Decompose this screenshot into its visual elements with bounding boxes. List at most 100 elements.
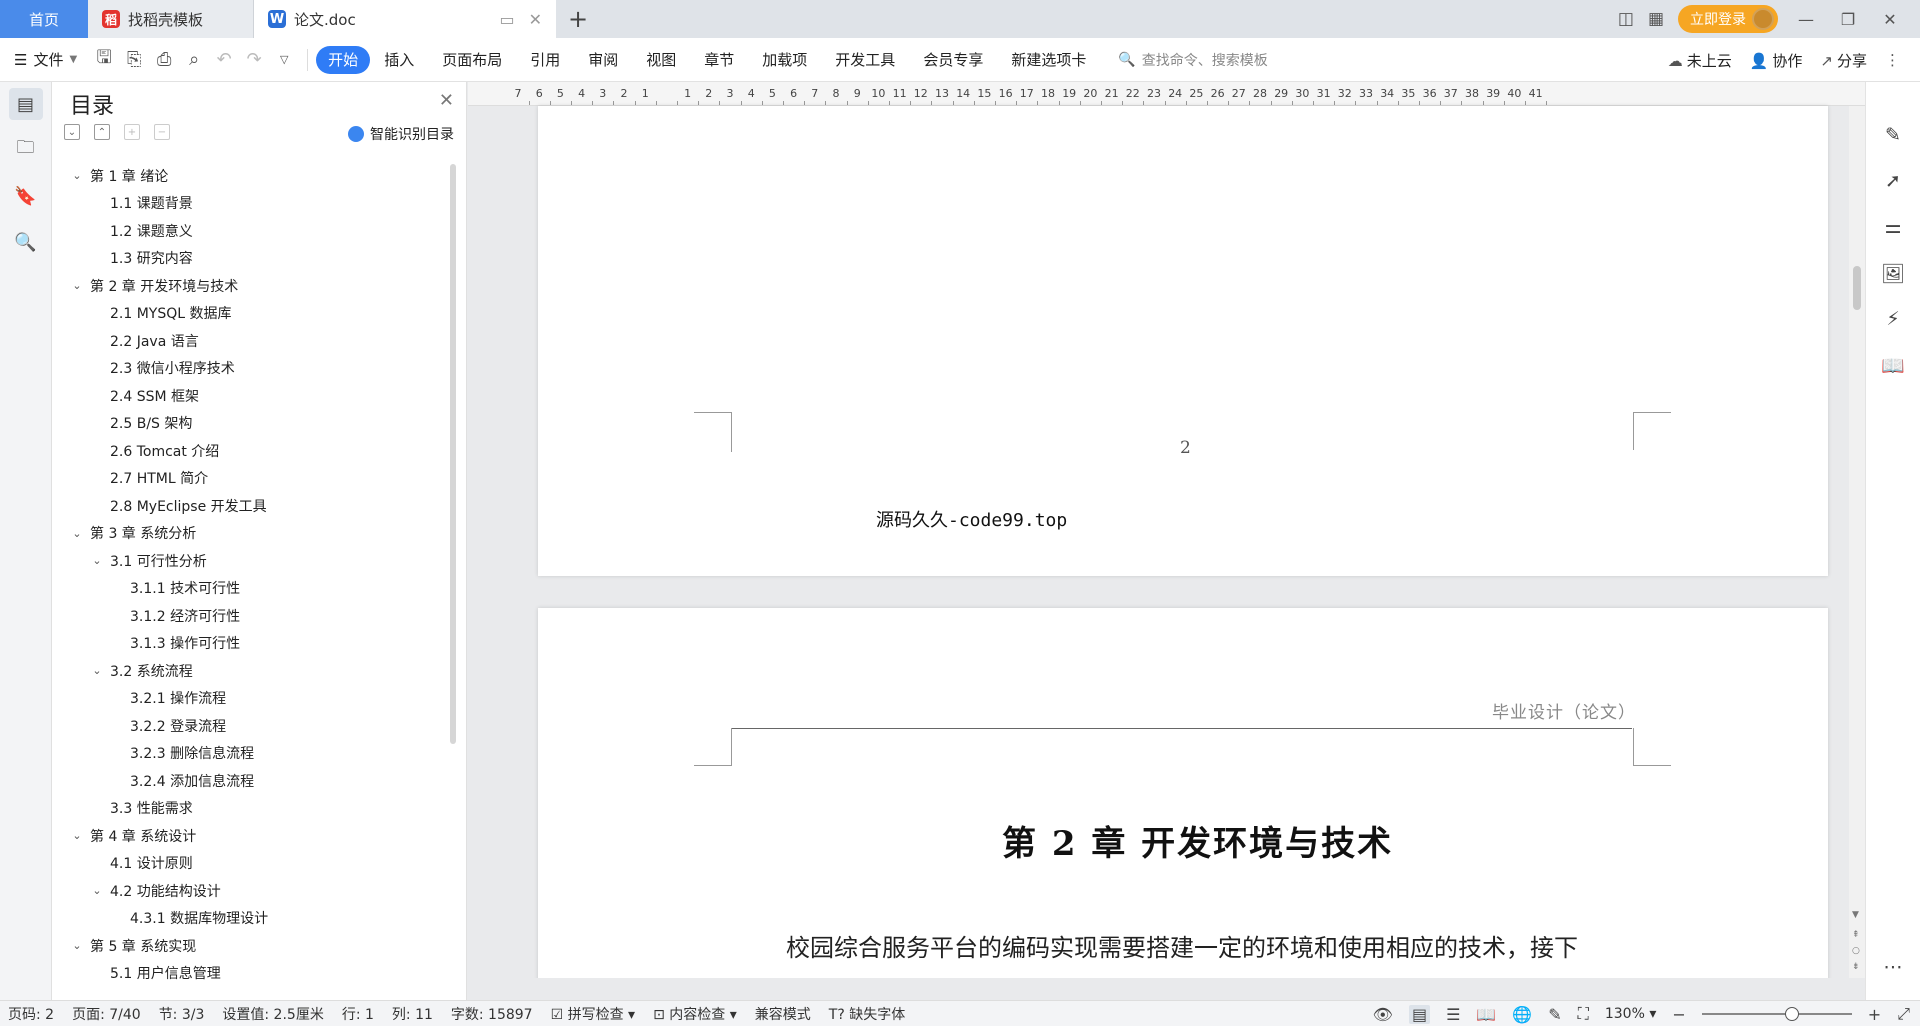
chevron-down-icon[interactable]: ⌄ [70, 939, 84, 952]
pen-icon[interactable]: ✎ [1879, 122, 1907, 148]
bookmark-icon[interactable]: 🔖 [9, 180, 43, 212]
export-pdf-icon[interactable]: ⎘ [119, 49, 149, 70]
apps-grid-icon[interactable]: ▦ [1648, 9, 1664, 29]
collab-button[interactable]: 👤 协作 [1750, 50, 1803, 71]
close-window-icon[interactable]: ✕ [1876, 10, 1904, 29]
spell-check-button[interactable]: ☑ 拼写检查 ▾ [551, 1004, 636, 1024]
missing-font-button[interactable]: T? 缺失字体 [829, 1004, 905, 1024]
book-icon[interactable]: 📖 [1879, 352, 1907, 378]
status-words[interactable]: 字数: 15897 [451, 1004, 533, 1024]
zoom-level[interactable]: 130% ▾ [1605, 1006, 1657, 1022]
toc-item[interactable]: 1.3 研究内容 [52, 245, 447, 273]
image-tool-icon[interactable]: 🖼 [1879, 260, 1907, 286]
toc-item[interactable]: 3.1.3 操作可行性 [52, 630, 447, 658]
chevron-down-icon[interactable]: ⌄ [70, 527, 84, 540]
select-browse-icon[interactable]: ○ [1852, 946, 1860, 956]
toc-panel-icon[interactable]: ▤ [8, 88, 43, 120]
ribbon-tab[interactable]: 开始 [316, 45, 371, 74]
chevron-down-icon[interactable]: ⌄ [70, 169, 84, 182]
chevron-down-icon[interactable]: ⌄ [90, 664, 104, 677]
fullscreen-icon[interactable]: ⤢ [1897, 1004, 1910, 1024]
scroll-down-icon[interactable]: ▼ [1852, 910, 1859, 920]
undo-icon[interactable]: ↶ [209, 49, 239, 70]
toc-item[interactable]: 4.1 设计原则 [52, 850, 447, 878]
add-heading-icon[interactable]: + [124, 124, 140, 140]
adjust-sliders-icon[interactable]: ⚌ [1879, 214, 1907, 240]
redo-icon[interactable]: ↷ [239, 49, 269, 70]
new-tab-button[interactable]: + [556, 0, 600, 38]
find-icon[interactable]: 🔍 [9, 226, 43, 258]
tab-home[interactable]: 首页 [0, 0, 88, 38]
print-icon[interactable]: ⎙ [149, 49, 179, 70]
ribbon-tab[interactable]: 页面布局 [428, 46, 516, 74]
eye-icon[interactable]: 👁 [1373, 1005, 1393, 1024]
customize-icon[interactable]: ▽ [269, 53, 299, 66]
tab-document[interactable]: W 论文.doc ▭ ✕ [254, 0, 556, 38]
more-icon[interactable]: ⋮ [1885, 51, 1900, 69]
fit-page-icon[interactable]: ⛶ [1578, 1004, 1589, 1024]
toc-item[interactable]: ⌄ 第 1 章 绪论 [52, 162, 447, 190]
more-horizontal-icon[interactable]: ⋯ [1879, 954, 1907, 980]
zoom-slider[interactable] [1701, 1007, 1852, 1021]
zoom-out-icon[interactable]: − [1672, 1005, 1685, 1024]
toc-item[interactable]: ⌄ 3.2 系统流程 [52, 657, 447, 685]
page[interactable]: 毕业设计（论文） 第 2 章 开发环境与技术 校园综合服务平台的编码实现需要搭建… [538, 608, 1828, 978]
toc-item[interactable]: 2.6 Tomcat 介绍 [52, 437, 447, 465]
chevron-down-icon[interactable]: ⌄ [70, 279, 84, 292]
toc-item[interactable]: ⌄ 3.1 可行性分析 [52, 547, 447, 575]
expand-all-icon[interactable]: ⌄ [64, 124, 80, 140]
content-check-button[interactable]: ⊡ 内容检查 ▾ [653, 1004, 737, 1024]
chevron-down-icon[interactable]: ⌄ [90, 884, 104, 897]
remove-heading-icon[interactable]: − [154, 124, 170, 140]
toc-item[interactable]: 5.1 用户信息管理 [52, 960, 447, 988]
toc-item[interactable]: 3.2.1 操作流程 [52, 685, 447, 713]
restore-icon[interactable]: ❐ [1834, 10, 1862, 29]
file-menu[interactable]: ☰ 文件 ▼ [14, 49, 77, 70]
select-pointer-icon[interactable]: ➚ [1879, 168, 1907, 194]
toc-item[interactable]: ⌄ 4.2 功能结构设计 [52, 877, 447, 905]
page-view-icon[interactable]: ▤ [1408, 1004, 1431, 1024]
toc-item[interactable]: 2.5 B/S 架构 [52, 410, 447, 438]
print-preview-icon[interactable]: ⌕ [179, 49, 209, 70]
toc-item[interactable]: 2.3 微信小程序技术 [52, 355, 447, 383]
prev-page-icon[interactable]: ⇞ [1852, 930, 1860, 940]
close-tab-icon[interactable]: ✕ [529, 10, 542, 29]
toc-item[interactable]: 3.2.4 添加信息流程 [52, 767, 447, 795]
toc-item[interactable]: 2.1 MYSQL 数据库 [52, 300, 447, 328]
ribbon-tab[interactable]: 新建选项卡 [997, 46, 1100, 74]
smart-toc-button[interactable]: 智能识别目录 [348, 124, 454, 144]
read-view-icon[interactable]: 📖 [1476, 1005, 1496, 1024]
status-page[interactable]: 页面: 7/40 [72, 1004, 141, 1024]
close-icon[interactable]: ✕ [439, 90, 454, 111]
toc-item[interactable]: 1.2 课题意义 [52, 217, 447, 245]
toc-item[interactable]: 2.4 SSM 框架 [52, 382, 447, 410]
outline-view-icon[interactable]: ☰ [1446, 1005, 1460, 1024]
toc-item[interactable]: 2.2 Java 语言 [52, 327, 447, 355]
toc-item[interactable]: 3.1.1 技术可行性 [52, 575, 447, 603]
ribbon-tab[interactable]: 引用 [516, 46, 574, 74]
ribbon-tab[interactable]: 加载项 [748, 46, 821, 74]
pen-mode-icon[interactable]: ✎ [1548, 1005, 1561, 1024]
toc-item[interactable]: ⌄ 第 5 章 系统实现 [52, 932, 447, 960]
horizontal-ruler[interactable]: 7 6 5 4 3 2 1 1 2 3 4 5 6 7 8 9 10 11 12 13 14 15 16 17 18 19 20 21… [468, 82, 1865, 106]
ribbon-tab[interactable]: 审阅 [574, 46, 632, 74]
page[interactable]: 2 源码久久-code99.top [538, 106, 1828, 576]
toc-item[interactable]: 2.7 HTML 简介 [52, 465, 447, 493]
lightning-icon[interactable]: ⚡ [1879, 306, 1907, 332]
pin-window-icon[interactable]: ▭ [499, 10, 514, 29]
toc-item[interactable]: 2.8 MyEclipse 开发工具 [52, 492, 447, 520]
toc-scrollbar[interactable] [450, 164, 456, 744]
toc-item[interactable]: 3.1.2 经济可行性 [52, 602, 447, 630]
share-button[interactable]: ↗ 分享 [1820, 50, 1867, 71]
chevron-down-icon[interactable]: ⌄ [90, 554, 104, 567]
cloud-button[interactable]: ☁ 未上云 [1668, 50, 1732, 71]
ribbon-tab[interactable]: 插入 [370, 46, 428, 74]
scroll-thumb[interactable] [1853, 266, 1861, 310]
minimize-icon[interactable]: — [1792, 10, 1820, 29]
next-page-icon[interactable]: ⇟ [1852, 962, 1860, 972]
toc-item[interactable]: 4.3.1 数据库物理设计 [52, 905, 447, 933]
chevron-down-icon[interactable]: ⌄ [70, 829, 84, 842]
tab-templates[interactable]: 稻 找稻壳模板 [88, 0, 254, 38]
zoom-in-icon[interactable]: + [1868, 1005, 1881, 1024]
toc-item[interactable]: 3.3 性能需求 [52, 795, 447, 823]
